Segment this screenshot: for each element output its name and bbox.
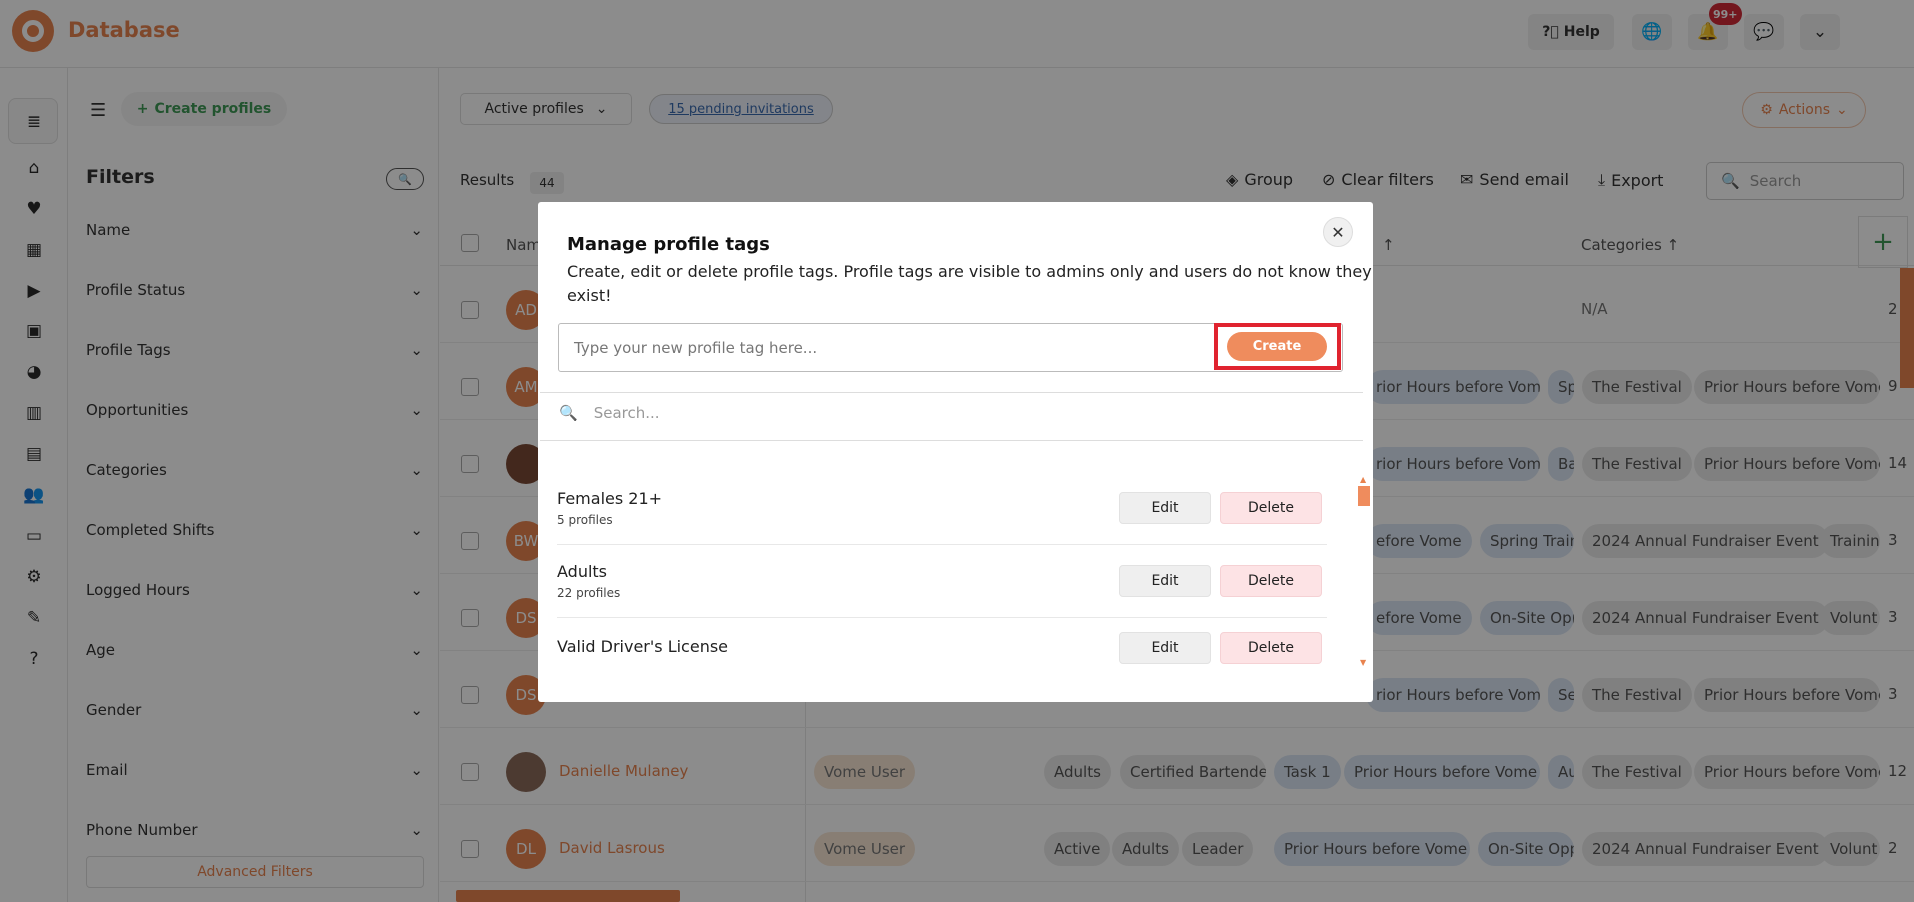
- tag-name: Adults: [557, 562, 608, 581]
- modal-title: Manage profile tags: [567, 234, 770, 255]
- tag-name: Females 21+: [557, 489, 663, 508]
- search-icon: 🔍: [559, 404, 578, 422]
- tag-name: Valid Driver's License: [557, 637, 729, 656]
- delete-tag-button[interactable]: Delete: [1220, 632, 1322, 664]
- modal-description: Create, edit or delete profile tags. Pro…: [567, 262, 1372, 305]
- close-icon[interactable]: ✕: [1323, 217, 1353, 247]
- new-tag-placeholder: Type your new profile tag here...: [574, 338, 818, 357]
- tag-count: 22 profiles: [557, 586, 621, 600]
- create-tag-button[interactable]: Create: [1227, 332, 1327, 361]
- delete-tag-button[interactable]: Delete: [1220, 565, 1322, 597]
- divider: [557, 617, 1327, 618]
- divider: [557, 544, 1327, 545]
- delete-tag-button[interactable]: Delete: [1220, 492, 1322, 524]
- divider: [540, 440, 1363, 441]
- edit-tag-button[interactable]: Edit: [1119, 632, 1211, 664]
- divider: [540, 392, 1363, 393]
- edit-tag-button[interactable]: Edit: [1119, 492, 1211, 524]
- tag-search-input[interactable]: 🔍 Search...: [559, 404, 660, 422]
- scroll-down-icon[interactable]: ▼: [1360, 658, 1366, 667]
- tag-count: 5 profiles: [557, 513, 613, 527]
- scroll-up-icon[interactable]: ▲: [1360, 475, 1366, 484]
- tag-list-scrollbar[interactable]: [1358, 486, 1370, 506]
- edit-tag-button[interactable]: Edit: [1119, 565, 1211, 597]
